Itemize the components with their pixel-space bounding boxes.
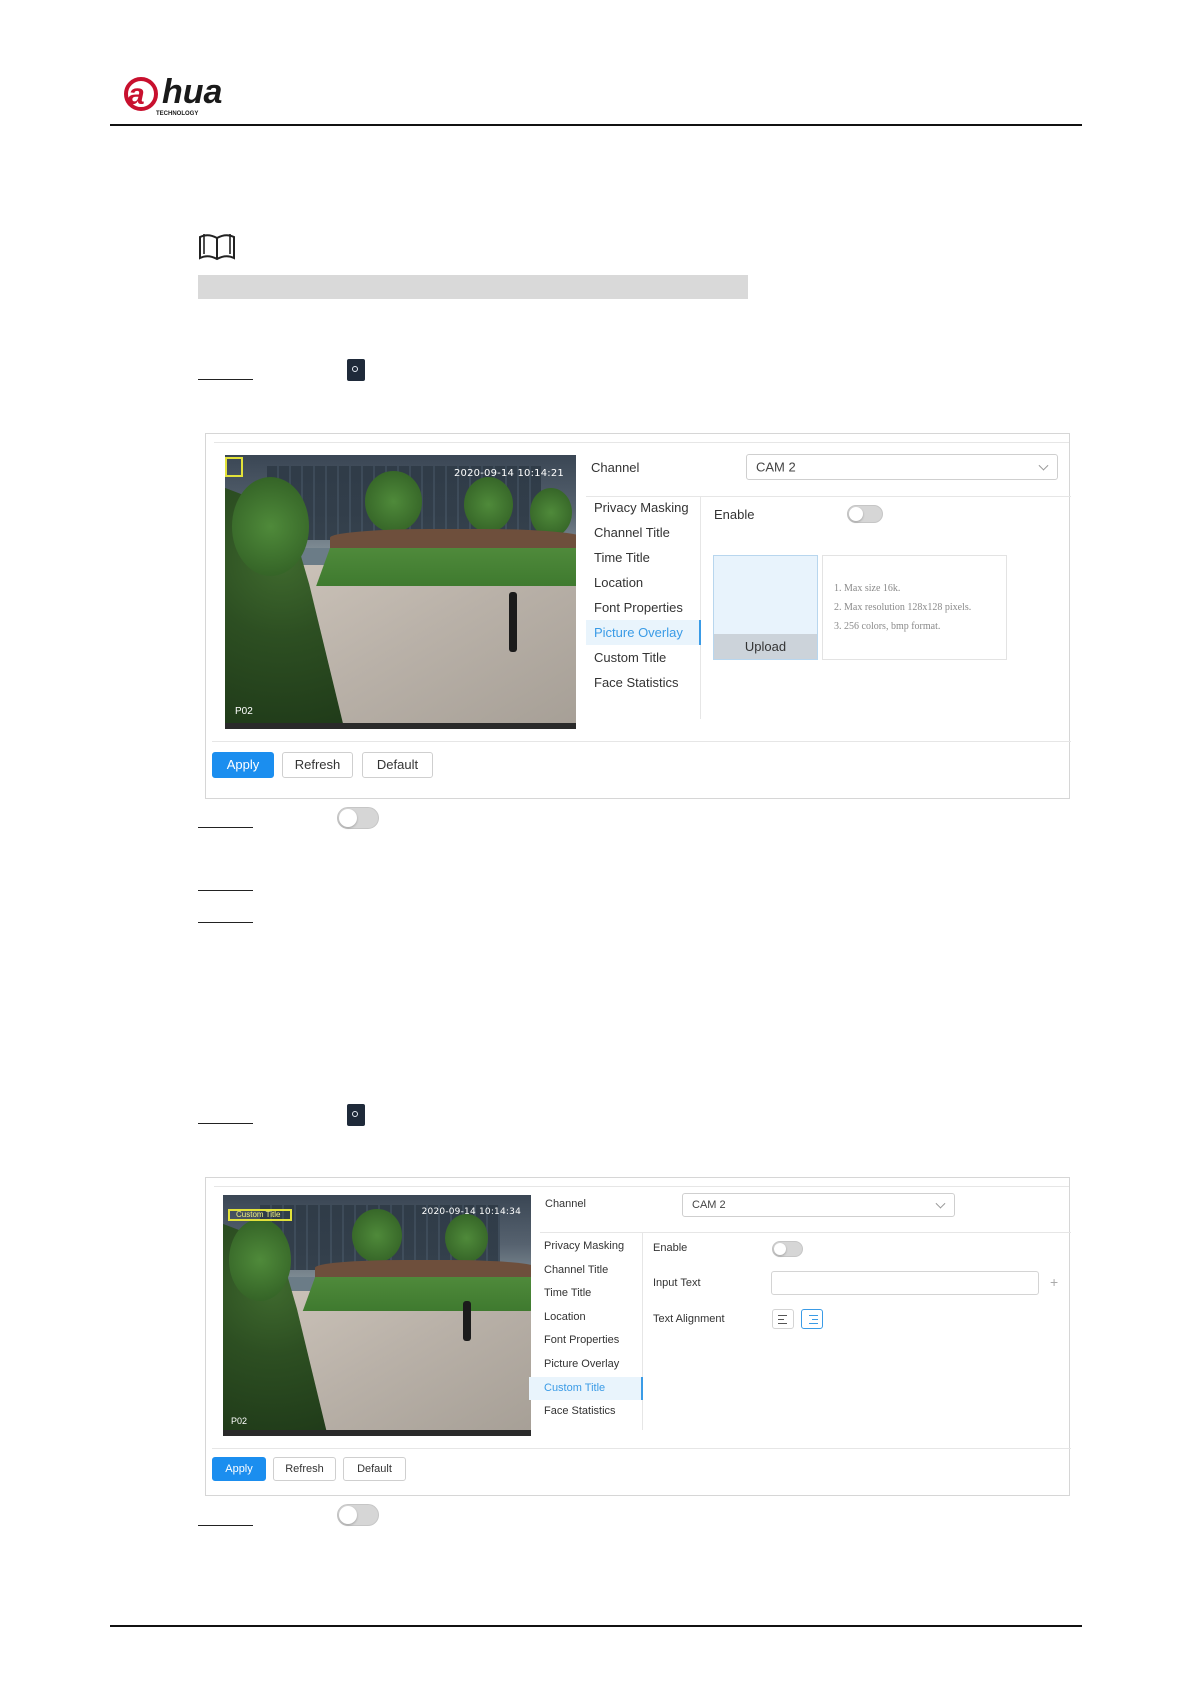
book-icon <box>199 234 235 261</box>
channel-corner-label: P02 <box>235 706 253 717</box>
enable-toggle[interactable] <box>772 1241 803 1257</box>
custom-title-panel: Custom Title 2020-09-14 10:14:34 P02 Cha… <box>205 1177 1071 1496</box>
menu-item-custom-title[interactable]: Custom Title <box>586 645 701 670</box>
default-button[interactable]: Default <box>362 752 433 778</box>
step-marker <box>198 827 253 828</box>
upload-preview-area[interactable]: Upload <box>713 555 818 660</box>
enable-toggle[interactable] <box>847 505 883 523</box>
chevron-down-icon <box>935 1198 946 1209</box>
step-marker <box>198 1123 253 1124</box>
refresh-button[interactable]: Refresh <box>282 752 353 778</box>
menu-item-face-statistics[interactable]: Face Statistics <box>529 1400 643 1423</box>
enable-label: Enable <box>653 1242 688 1254</box>
toggle-switch-icon <box>337 1504 379 1526</box>
overlay-position-box[interactable] <box>225 457 243 477</box>
channel-select-value: CAM 2 <box>692 1199 726 1211</box>
text-alignment-label: Text Alignment <box>653 1313 725 1325</box>
enable-label: Enable <box>714 507 755 522</box>
channel-corner-label: P02 <box>231 1416 248 1426</box>
upload-button[interactable]: Upload <box>714 634 817 659</box>
picture-overlay-panel: 2020-09-14 10:14:21 P02 Channel CAM 2 En… <box>205 433 1071 799</box>
step-marker <box>198 379 253 380</box>
align-left-button[interactable] <box>772 1309 794 1329</box>
menu-item-font-properties[interactable]: Font Properties <box>529 1329 643 1352</box>
logo-main: hua <box>162 73 222 111</box>
channel-label: Channel <box>591 460 640 475</box>
channel-select[interactable]: CAM 2 <box>682 1193 955 1217</box>
live-video-preview: Custom Title 2020-09-14 10:14:34 P02 <box>223 1195 531 1436</box>
logo-prefix: a <box>128 78 145 111</box>
plus-icon[interactable]: + <box>1050 1274 1058 1290</box>
pedestrian <box>509 592 518 652</box>
gear-icon <box>347 359 365 381</box>
menu-item-time-title[interactable]: Time Title <box>586 545 701 570</box>
step-marker <box>198 1525 253 1526</box>
gear-icon <box>347 1104 365 1126</box>
refresh-button[interactable]: Refresh <box>273 1457 336 1481</box>
menu-item-picture-overlay[interactable]: Picture Overlay <box>529 1353 643 1376</box>
menu-item-channel-title[interactable]: Channel Title <box>586 520 701 545</box>
channel-select-value: CAM 2 <box>756 459 796 475</box>
toggle-switch-icon <box>337 807 379 829</box>
menu-item-picture-overlay[interactable]: Picture Overlay <box>586 620 701 645</box>
menu-item-channel-title[interactable]: Channel Title <box>529 1259 643 1282</box>
menu-item-location[interactable]: Location <box>586 570 701 595</box>
header-divider <box>110 124 1082 126</box>
menu-item-font-properties[interactable]: Font Properties <box>586 595 701 620</box>
channel-select[interactable]: CAM 2 <box>746 454 1058 480</box>
step-marker <box>198 890 253 891</box>
menu-item-custom-title[interactable]: Custom Title <box>529 1376 643 1400</box>
channel-label: Channel <box>545 1198 586 1210</box>
dahua-logo: a hua TECHNOLOGY <box>124 73 222 117</box>
chevron-down-icon <box>1038 460 1049 471</box>
footer-divider <box>110 1625 1082 1627</box>
logo-tagline: TECHNOLOGY <box>156 111 198 117</box>
upload-rule: 3. 256 colors, bmp format. <box>834 621 941 632</box>
live-video-preview: 2020-09-14 10:14:21 P02 <box>225 455 576 729</box>
video-timestamp: 2020-09-14 10:14:34 <box>421 1207 521 1217</box>
input-text-label: Input Text <box>653 1277 701 1289</box>
align-right-button[interactable] <box>801 1309 823 1329</box>
custom-title-overlay[interactable]: Custom Title <box>228 1209 292 1221</box>
menu-item-privacy-masking[interactable]: Privacy Masking <box>586 495 701 520</box>
pedestrian <box>463 1301 472 1342</box>
note-highlight-bar <box>198 275 748 299</box>
default-button[interactable]: Default <box>343 1457 406 1481</box>
upload-rule: 2. Max resolution 128x128 pixels. <box>834 602 972 613</box>
apply-button[interactable]: Apply <box>212 752 274 778</box>
step-marker <box>198 922 253 923</box>
input-text-field[interactable] <box>771 1271 1039 1295</box>
menu-item-time-title[interactable]: Time Title <box>529 1282 643 1305</box>
upload-rules: 1. Max size 16k. 2. Max resolution 128x1… <box>822 555 1007 660</box>
menu-item-location[interactable]: Location <box>529 1306 643 1329</box>
video-timestamp: 2020-09-14 10:14:21 <box>453 468 564 479</box>
upload-rule: 1. Max size 16k. <box>834 583 901 594</box>
menu-item-face-statistics[interactable]: Face Statistics <box>586 670 701 695</box>
menu-item-privacy-masking[interactable]: Privacy Masking <box>529 1235 643 1258</box>
apply-button[interactable]: Apply <box>212 1457 266 1481</box>
